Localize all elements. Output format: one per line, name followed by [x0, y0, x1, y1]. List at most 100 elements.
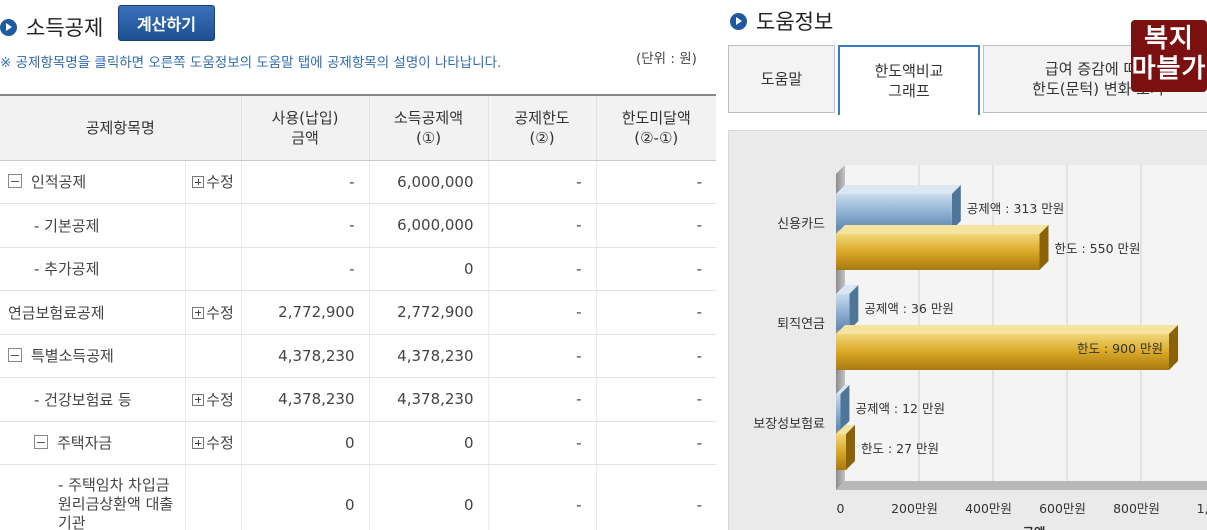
- item-name-special[interactable]: 특별소득공제: [0, 334, 186, 378]
- paid-cell: 4,378,230: [241, 334, 370, 378]
- paid-cell: -: [241, 203, 370, 248]
- remaining-cell: -: [596, 290, 717, 335]
- item-name-basic[interactable]: - 기본공제: [0, 203, 186, 248]
- remaining-cell: -: [596, 160, 717, 204]
- limit-cell: -: [488, 334, 597, 378]
- x-tick-label: 600만원: [1039, 501, 1086, 516]
- deduction-title: 소득공제: [26, 16, 104, 40]
- edit-button[interactable]: 수정: [185, 421, 242, 465]
- remaining-cell: -: [596, 247, 717, 291]
- limit-cell: -: [488, 203, 597, 248]
- calculate-button[interactable]: 계산하기: [118, 5, 215, 41]
- item-name-health[interactable]: - 건강보험료 등: [0, 377, 186, 422]
- bar-data-label: 한도 : 550 만원: [1055, 241, 1141, 256]
- collapse-icon[interactable]: [8, 174, 22, 189]
- bar-deduction: [836, 394, 841, 430]
- tab-help[interactable]: 도움말: [728, 45, 835, 113]
- table-row: - 추가공제 - 0 - -: [0, 247, 717, 291]
- edit-button[interactable]: 수정: [185, 290, 242, 335]
- bar-deduction: [836, 194, 952, 230]
- x-axis-label: 금액: [1022, 525, 1045, 530]
- paid-cell: 2,772,900: [241, 290, 370, 335]
- header-remaining: 한도미달액 (②-①): [596, 94, 717, 161]
- paid-cell: -: [241, 247, 370, 291]
- header-limit: 공제한도 (②): [488, 94, 597, 161]
- deduction-cell: 4,378,230: [369, 377, 489, 422]
- section-bullet-icon: [0, 18, 17, 36]
- bar-data-label: 한도 : 27 만원: [861, 441, 939, 456]
- item-name-additional[interactable]: - 추가공제: [0, 247, 186, 291]
- section-bullet-icon: [730, 12, 747, 30]
- plus-icon: [192, 393, 205, 406]
- limit-cell: -: [488, 377, 597, 422]
- paid-cell: 4,378,230: [241, 377, 370, 422]
- item-name-personal[interactable]: 인적공제: [0, 160, 186, 204]
- item-name-housing[interactable]: 주택자금: [0, 421, 186, 465]
- bar-top: [836, 185, 961, 194]
- deduction-cell: 6,000,000: [369, 203, 489, 248]
- bar-data-label: 공제액 : 313 만원: [967, 201, 1065, 216]
- paid-cell: 0: [241, 421, 370, 465]
- deduction-cell: 0: [369, 421, 489, 465]
- bar-limit: [836, 234, 1040, 270]
- table-row: - 주택임차 차입금 원리금상환액 대출기관 0 0 - -: [0, 464, 717, 530]
- deduction-cell: 2,772,900: [369, 290, 489, 335]
- x-tick-label: 400만원: [965, 501, 1012, 516]
- table-row: - 기본공제 - 6,000,000 - -: [0, 203, 717, 248]
- table-row: 주택자금 수정 0 0 - -: [0, 421, 717, 465]
- x-tick-label: 1,00: [1197, 501, 1207, 516]
- channel-logo: 복지 마블가: [1131, 20, 1207, 92]
- limit-cell: -: [488, 464, 597, 530]
- limit-cell: -: [488, 247, 597, 291]
- x-tick-label: 800만원: [1113, 501, 1160, 516]
- bar-deduction: [836, 294, 850, 330]
- category-label: 보장성보험료: [753, 417, 825, 432]
- remaining-cell: -: [596, 377, 717, 422]
- plus-icon: [192, 176, 205, 189]
- remaining-cell: -: [596, 334, 717, 378]
- plot-floor: [836, 481, 1207, 490]
- x-tick-label: 200만원: [891, 501, 938, 516]
- help-title: 도움정보: [756, 10, 834, 34]
- edit-empty-cell: [185, 247, 242, 291]
- paid-cell: -: [241, 160, 370, 204]
- item-name-pension[interactable]: 연금보험료공제: [0, 290, 186, 335]
- limit-cell: -: [488, 160, 597, 204]
- table-header-row: 공제항목명 사용(납입) 금액 소득공제액 (①) 공제한도 (②) 한도미달액 (②-…: [0, 94, 717, 161]
- tab-limit-graph[interactable]: 한도액비교 그래프: [838, 45, 980, 115]
- deduction-cell: 4,378,230: [369, 334, 489, 378]
- bar-data-label: 한도 : 900 만원: [1077, 341, 1163, 356]
- bar-top: [836, 325, 1178, 334]
- collapse-icon[interactable]: [8, 348, 22, 363]
- deduction-cell: 0: [369, 247, 489, 291]
- bar-data-label: 공제액 : 12 만원: [855, 401, 945, 416]
- collapse-icon[interactable]: [34, 435, 48, 450]
- unit-label: (단위 : 원): [636, 51, 697, 67]
- item-name-rent-loan[interactable]: - 주택임차 차입금 원리금상환액 대출기관: [0, 464, 186, 530]
- edit-empty-cell: [185, 334, 242, 378]
- table-row: 특별소득공제 4,378,230 4,378,230 - -: [0, 334, 717, 378]
- edit-empty-cell: [185, 464, 242, 530]
- remaining-cell: -: [596, 421, 717, 465]
- bar-data-label: 공제액 : 36 만원: [864, 301, 954, 316]
- category-label: 신용카드: [777, 217, 825, 232]
- deduction-cell: 0: [369, 464, 489, 530]
- limit-cell: -: [488, 421, 597, 465]
- bar-top: [836, 225, 1049, 234]
- x-tick-label: 0: [837, 501, 845, 516]
- remaining-cell: -: [596, 464, 717, 530]
- help-header: 도움정보: [730, 6, 833, 36]
- table-row: 연금보험료공제 수정 2,772,900 2,772,900 - -: [0, 290, 717, 335]
- edit-button[interactable]: 수정: [185, 160, 242, 204]
- category-label: 퇴직연금: [777, 317, 825, 332]
- plus-icon: [192, 306, 205, 319]
- paid-cell: 0: [241, 464, 370, 530]
- header-item-name: 공제항목명: [0, 94, 242, 161]
- remaining-cell: -: [596, 203, 717, 248]
- deduction-table: 공제항목명 사용(납입) 금액 소득공제액 (①) 공제한도 (②) 한도미달액 (②-…: [0, 94, 717, 530]
- plus-icon: [192, 437, 205, 450]
- edit-button[interactable]: 수정: [185, 377, 242, 422]
- deduction-panel: 소득공제 계산하기 ※ 공제항목명을 클릭하면 오른쪽 도움정보의 도움말 탭에…: [0, 0, 717, 530]
- header-paid: 사용(납입) 금액: [241, 94, 370, 161]
- table-row: - 건강보험료 등 수정 4,378,230 4,378,230 - -: [0, 377, 717, 422]
